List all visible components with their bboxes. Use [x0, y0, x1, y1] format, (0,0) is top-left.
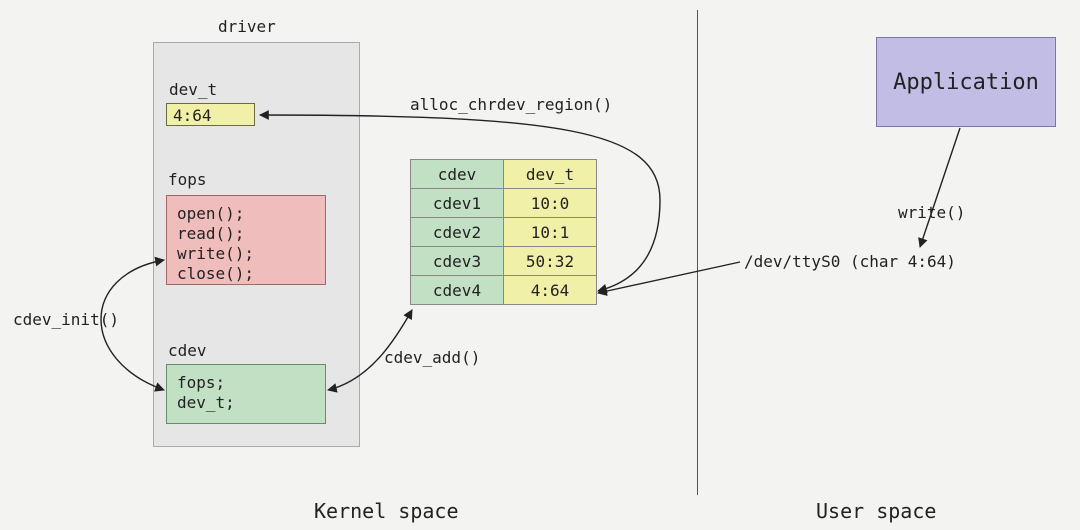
table-row: cdev4 4:64 — [411, 276, 596, 304]
cdev-label: cdev — [168, 341, 207, 360]
cdev-devt: dev_t; — [177, 393, 315, 413]
kernel-space-label: Kernel space — [314, 499, 459, 523]
cdev-table: cdev dev_t cdev1 10:0 cdev2 10:1 cdev3 5… — [410, 159, 597, 305]
cdev-box: fops; dev_t; — [166, 364, 326, 424]
td-dev2: 10:1 — [504, 218, 596, 246]
cdev-fops: fops; — [177, 373, 315, 393]
arrow-devpath — [598, 262, 740, 293]
fops-read: read(); — [177, 224, 315, 244]
devpath-label: /dev/ttyS0 (char 4:64) — [744, 252, 956, 271]
table-row: cdev1 10:0 — [411, 189, 596, 217]
space-divider — [697, 10, 698, 495]
alloc-label: alloc_chrdev_region() — [410, 95, 612, 114]
td-dev1: 10:0 — [504, 189, 596, 217]
th-cdev: cdev — [411, 160, 503, 188]
user-space-label: User space — [816, 499, 936, 523]
td-dev3: 50:32 — [504, 247, 596, 275]
table-row: cdev dev_t — [411, 160, 596, 188]
td-cdev2: cdev2 — [411, 218, 503, 246]
table-row: cdev2 10:1 — [411, 218, 596, 246]
fops-write: write(); — [177, 244, 315, 264]
cdev-init-label: cdev_init() — [13, 310, 119, 329]
fops-close: close(); — [177, 264, 315, 284]
td-cdev4: cdev4 — [411, 276, 503, 304]
td-cdev1: cdev1 — [411, 189, 503, 217]
th-devt: dev_t — [504, 160, 596, 188]
write-label: write() — [898, 203, 965, 222]
driver-title: driver — [218, 17, 276, 36]
devt-value: 4:64 — [166, 103, 255, 126]
application-label: Application — [893, 70, 1039, 95]
table-row: cdev3 50:32 — [411, 247, 596, 275]
fops-box: open(); read(); write(); close(); — [166, 195, 326, 285]
devt-label: dev_t — [169, 80, 217, 99]
td-dev4: 4:64 — [504, 276, 596, 304]
arrow-write — [920, 128, 960, 247]
cdev-add-label: cdev_add() — [384, 348, 480, 367]
fops-open: open(); — [177, 204, 315, 224]
fops-label: fops — [168, 170, 207, 189]
td-cdev3: cdev3 — [411, 247, 503, 275]
application-box: Application — [876, 37, 1056, 127]
